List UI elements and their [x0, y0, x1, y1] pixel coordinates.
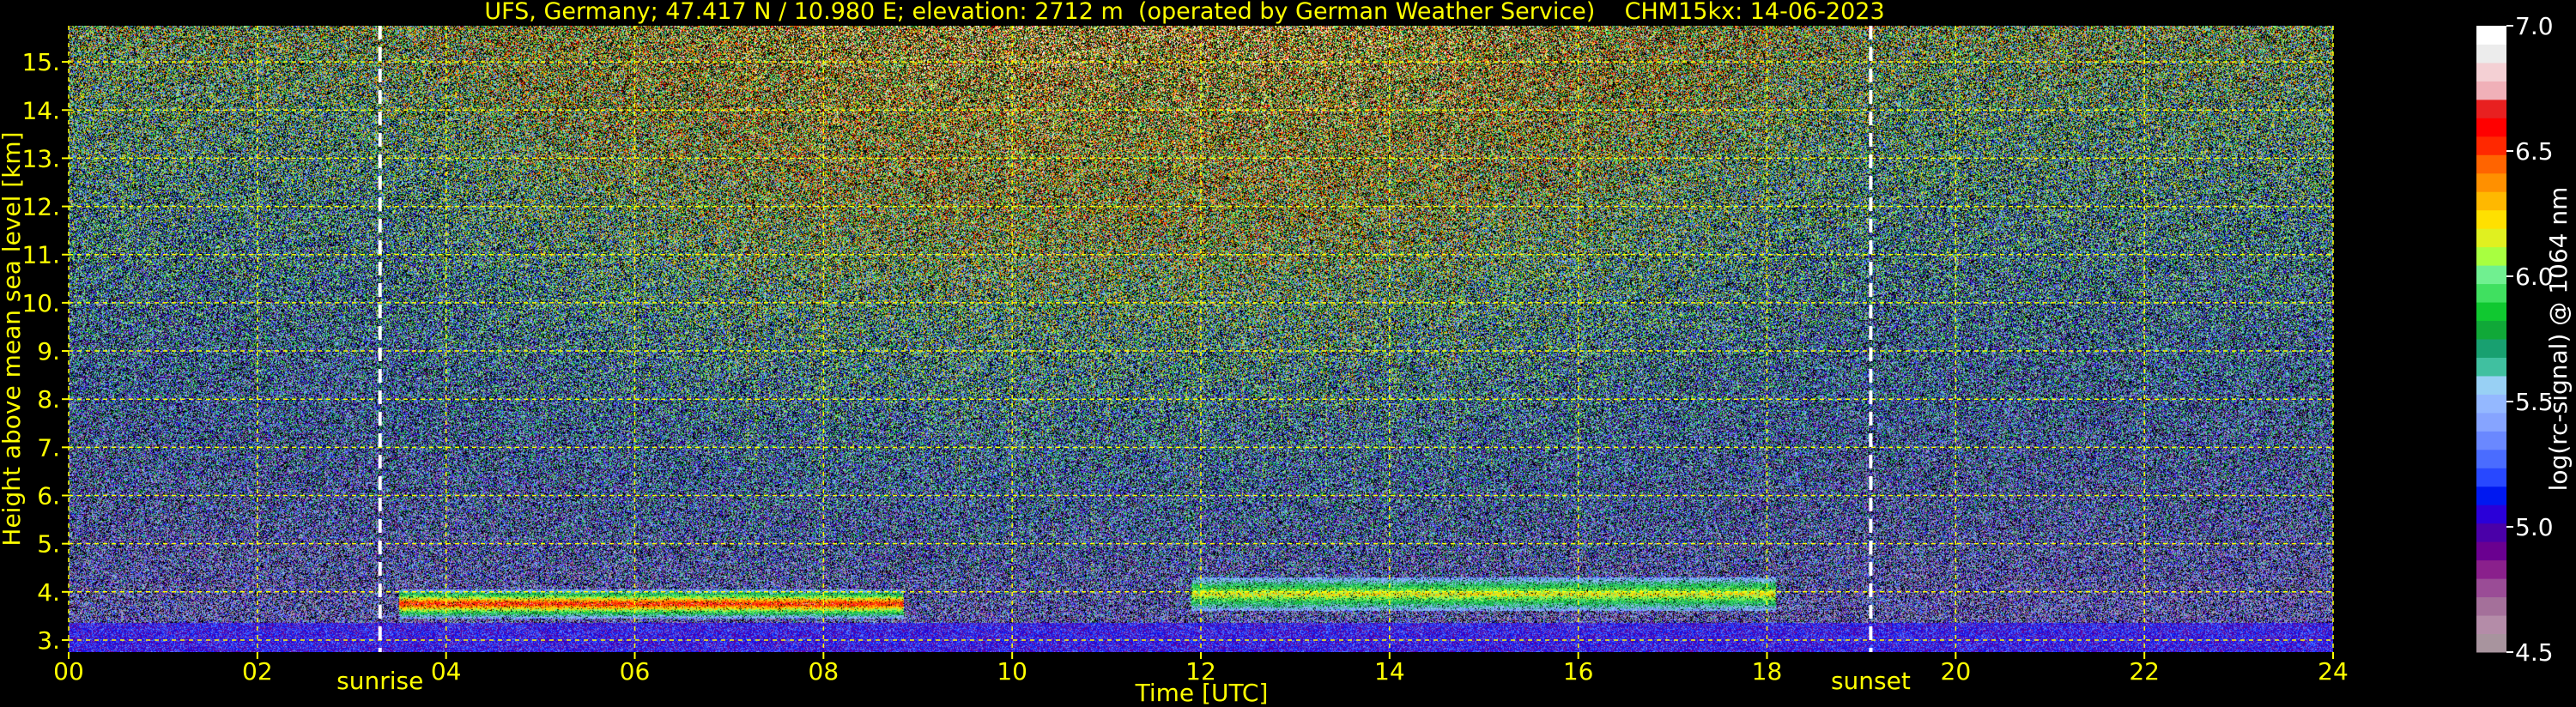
- colorbar-swatch: [2476, 431, 2506, 450]
- colorbar-swatch: [2476, 523, 2506, 542]
- colorbar-swatch: [2476, 615, 2506, 635]
- colorbar-swatch: [2476, 26, 2506, 45]
- colorbar-swatch: [2476, 578, 2506, 598]
- colorbar-tick-label: 7.0: [2515, 12, 2554, 40]
- colorbar-swatch: [2476, 320, 2506, 340]
- x-axis-label: Time [UTC]: [1135, 679, 1269, 707]
- colorbar-swatch: [2476, 62, 2506, 82]
- y-tick-label: 12.: [21, 193, 60, 221]
- x-tick-label: 22: [2129, 657, 2160, 686]
- colorbar-tick-label: 4.5: [2515, 638, 2554, 667]
- x-tick-label: 20: [1941, 657, 1972, 686]
- colorbar-swatch: [2476, 265, 2506, 285]
- colorbar: [2476, 26, 2506, 653]
- colorbar-swatch: [2476, 449, 2506, 468]
- colorbar-swatch: [2476, 633, 2506, 653]
- colorbar-swatch: [2476, 559, 2506, 579]
- chart-title: UFS, Germany; 47.417 N / 10.980 E; eleva…: [484, 0, 1884, 25]
- x-tick-label: 24: [2318, 657, 2349, 686]
- x-tick-label: 10: [997, 657, 1027, 686]
- y-tick-label: 5.: [37, 530, 60, 559]
- colorbar-swatch: [2476, 596, 2506, 616]
- colorbar-swatch: [2476, 505, 2506, 524]
- colorbar-swatch: [2476, 283, 2506, 303]
- colorbar-swatch: [2476, 339, 2506, 358]
- y-tick-label: 9.: [37, 337, 60, 366]
- colorbar-swatch: [2476, 228, 2506, 248]
- y-tick-label: 8.: [37, 385, 60, 414]
- y-tick-label: 6.: [37, 482, 60, 511]
- colorbar-swatch: [2476, 191, 2506, 211]
- x-tick-label: 06: [620, 657, 651, 686]
- y-tick-label: 7.: [37, 433, 60, 462]
- colorbar-tick-label: 5.0: [2515, 513, 2554, 541]
- colorbar-swatch: [2476, 357, 2506, 377]
- ceilometer-figure: sunrise sunset 00 02 04 06 08 10 12 14 16 18 20 22 24…: [0, 0, 2576, 707]
- colorbar-swatch: [2476, 99, 2506, 118]
- colorbar-swatch: [2476, 154, 2506, 174]
- x-tick-label: 08: [809, 657, 839, 686]
- colorbar-swatch: [2476, 394, 2506, 414]
- colorbar-swatch: [2476, 375, 2506, 395]
- colorbar-swatch: [2476, 302, 2506, 322]
- x-tick-label: 14: [1374, 657, 1405, 686]
- colorbar-swatch: [2476, 172, 2506, 192]
- y-tick-label: 3.: [37, 626, 60, 655]
- x-tick-label: 18: [1752, 657, 1783, 686]
- y-tick-label: 10.: [21, 289, 60, 317]
- colorbar-swatch: [2476, 486, 2506, 505]
- x-tick-label: 04: [431, 657, 462, 686]
- y-tick-label: 4.: [37, 578, 60, 607]
- colorbar-tick-label: 6.5: [2515, 137, 2554, 166]
- x-tick-label: 02: [242, 657, 273, 686]
- colorbar-swatch: [2476, 136, 2506, 155]
- colorbar-swatch: [2476, 44, 2506, 63]
- colorbar-swatch: [2476, 209, 2506, 229]
- colorbar-swatch: [2476, 246, 2506, 266]
- y-tick-label: 14.: [21, 96, 60, 124]
- colorbar-swatch: [2476, 81, 2506, 100]
- sunset-label: sunset: [1831, 667, 1911, 695]
- colorbar-label: log(rc-signal) @ 1064 nm: [2544, 187, 2573, 492]
- sunrise-label: sunrise: [336, 667, 423, 695]
- y-tick-label: 11.: [21, 241, 60, 269]
- y-tick-label: 13.: [21, 144, 60, 172]
- colorbar-swatch: [2476, 412, 2506, 432]
- x-tick-label: 16: [1563, 657, 1594, 686]
- x-tick-label: 00: [53, 657, 84, 686]
- y-tick-label: 15.: [21, 48, 60, 76]
- y-axis-label: Height above mean sea level [km]: [0, 131, 26, 546]
- colorbar-swatch: [2476, 118, 2506, 137]
- colorbar-swatch: [2476, 468, 2506, 487]
- colorbar-swatch: [2476, 541, 2506, 561]
